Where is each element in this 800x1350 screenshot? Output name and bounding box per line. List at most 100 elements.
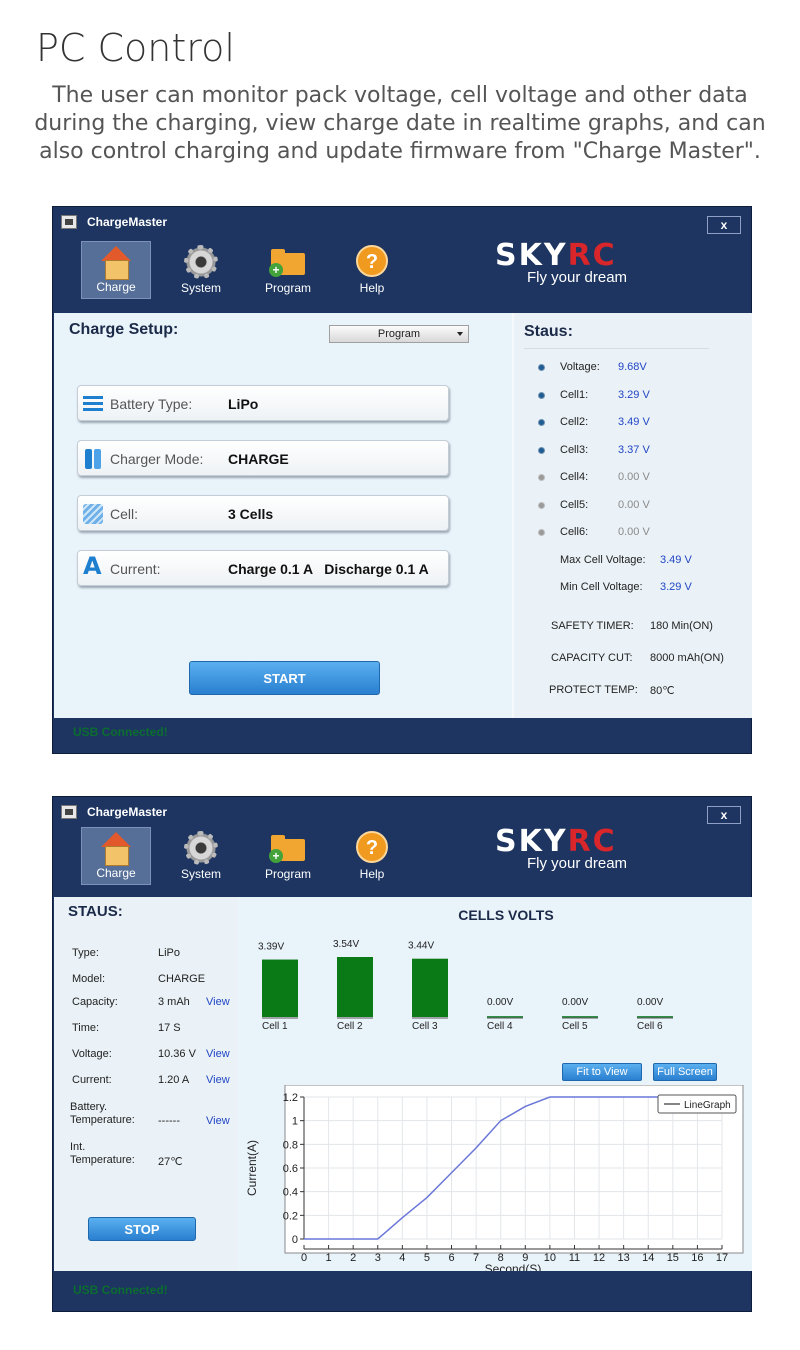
status-dot-icon — [538, 419, 545, 426]
x-tick-label: 7 — [473, 1252, 479, 1264]
min-cell-voltage: Min Cell Voltage: 3.29 V — [560, 581, 692, 593]
status-dot-icon — [538, 392, 545, 399]
x-tick-label: 12 — [593, 1252, 605, 1264]
status-dot-icon — [538, 529, 545, 536]
divider — [524, 348, 709, 349]
app-title: ChargeMaster — [87, 215, 168, 229]
cell-value-label: 3.39V — [258, 942, 284, 953]
toolbar-label: Charge — [96, 866, 136, 880]
toolbar-charge-button[interactable]: Charge — [81, 827, 151, 885]
toolbar-help-button[interactable]: ? Help — [337, 241, 407, 299]
protect-temp: PROTECT TEMP: 80℃ — [549, 684, 675, 697]
status-panel: Staus: Voltage: 9.68V Cell1: 3.29 V Cell2:… — [512, 313, 752, 718]
view-current-link[interactable]: View — [206, 1074, 230, 1086]
status-dot-icon — [538, 364, 545, 371]
skyrc-logo: SKYRC Fly your dream — [495, 824, 628, 873]
toolbar-system-button[interactable]: System — [166, 241, 236, 299]
stop-button[interactable]: STOP — [88, 1217, 196, 1241]
capacity-cut: CAPACITY CUT: 8000 mAh(ON) — [551, 652, 724, 664]
y-tick-label: 0.8 — [283, 1139, 298, 1151]
gear-icon — [184, 831, 218, 865]
status-title: Staus: — [524, 323, 573, 340]
brand-tagline: Fly your dream — [527, 855, 628, 872]
safety-timer: SAFETY TIMER: 180 Min(ON) — [551, 620, 713, 632]
list-icon — [83, 394, 103, 414]
x-tick-label: 17 — [716, 1252, 728, 1264]
setting-value: Charge 0.1 A Discharge 0.1 A — [228, 561, 429, 577]
x-tick-label: 10 — [544, 1252, 556, 1264]
toolbar-program-button[interactable]: + Program — [253, 827, 323, 885]
monitor-status-title: STAUS: — [68, 903, 123, 920]
monitor-status-panel: STAUS: Type: LiPo Model: CHARGE Capacity: 3… — [54, 897, 238, 1271]
cell-bar — [262, 959, 298, 1017]
setting-label: Current: — [110, 561, 161, 577]
full-screen-button[interactable]: Full Screen — [653, 1063, 717, 1081]
usb-status: USB Connected! — [73, 725, 168, 739]
folder-icon: + — [269, 831, 305, 865]
setting-label: Charger Mode: — [110, 451, 204, 467]
start-button[interactable]: START — [189, 661, 380, 695]
status-dot-icon — [538, 447, 545, 454]
help-icon: ? — [356, 245, 388, 277]
program-select[interactable]: Program — [329, 325, 469, 343]
toolbar-charge-button[interactable]: Charge — [81, 241, 151, 299]
cell-value-label: 0.00V — [637, 997, 663, 1008]
toolbar-label: Help — [359, 867, 385, 881]
current-row[interactable]: A Current: Charge 0.1 A Discharge 0.1 A — [77, 550, 449, 586]
cell-category-label: Cell 4 — [487, 1021, 513, 1032]
toolbar-help-button[interactable]: ? Help — [337, 827, 407, 885]
close-button[interactable]: x — [707, 216, 741, 234]
cell-value-label: 3.44V — [408, 941, 434, 952]
setting-value: LiPo — [228, 396, 259, 412]
status-dot-icon — [538, 502, 545, 509]
cell-category-label: Cell 6 — [637, 1021, 663, 1032]
view-voltage-link[interactable]: View — [206, 1048, 230, 1060]
charge-setup-title: Charge Setup: — [69, 321, 179, 338]
chargemaster-window-monitor: ChargeMaster x Charge System + Program ?… — [52, 796, 752, 1312]
close-button[interactable]: x — [707, 806, 741, 824]
current-icon: A — [83, 552, 102, 580]
setting-label: Battery Type: — [110, 396, 193, 412]
x-tick-label: 0 — [301, 1252, 307, 1264]
help-icon: ? — [356, 831, 388, 863]
chargemaster-window-setup: ChargeMaster x Charge System + Program ?… — [52, 206, 752, 754]
toolbar-program-button[interactable]: + Program — [253, 241, 323, 299]
cell-category-label: Cell 2 — [337, 1021, 363, 1032]
toolbar-label: System — [180, 281, 221, 295]
x-tick-label: 5 — [424, 1252, 430, 1264]
x-tick-label: 2 — [350, 1252, 356, 1264]
folder-icon: + — [269, 245, 305, 279]
view-capacity-link[interactable]: View — [206, 996, 230, 1008]
cell-row[interactable]: Cell: 3 Cells — [77, 495, 449, 531]
cell-value-label: 3.54V — [333, 939, 359, 950]
gear-icon — [184, 245, 218, 279]
x-axis-label: Second(S) — [485, 1262, 542, 1271]
toolbar-label: Program — [264, 281, 311, 295]
cell-category-label: Cell 3 — [412, 1021, 438, 1032]
usb-status: USB Connected! — [73, 1283, 168, 1297]
y-tick-label: 0.4 — [283, 1187, 298, 1199]
page-description: The user can monitor pack voltage, cell … — [34, 83, 766, 164]
app-title: ChargeMaster — [87, 805, 168, 819]
setting-label: Cell: — [110, 506, 139, 522]
fit-to-view-button[interactable]: Fit to View — [562, 1063, 642, 1081]
y-tick-label: 1 — [292, 1116, 298, 1128]
y-tick-label: 1.2 — [283, 1092, 298, 1104]
toolbar-label: Program — [264, 867, 311, 881]
charge-content: Charge Setup: Program Battery Type: LiPo… — [54, 313, 752, 718]
view-battery-temp-link[interactable]: View — [206, 1115, 230, 1127]
x-tick-label: 15 — [667, 1252, 679, 1264]
app-icon — [61, 805, 77, 819]
current-line-chart: 0 1 2 3 4 5 6 7 8 9 10 11 12 13 14 15 16 1700.20.40.60.81… — [245, 1085, 744, 1271]
battery-type-row[interactable]: Battery Type: LiPo — [77, 385, 449, 421]
toolbar-system-button[interactable]: System — [166, 827, 236, 885]
charger-mode-row[interactable]: Charger Mode: CHARGE — [77, 440, 449, 476]
y-tick-label: 0 — [292, 1234, 298, 1246]
x-tick-label: 14 — [642, 1252, 654, 1264]
chevron-down-icon — [457, 332, 463, 336]
legend-label: LineGraph — [684, 1100, 731, 1111]
x-tick-label: 11 — [569, 1252, 580, 1264]
house-icon — [99, 832, 133, 866]
cell-bar — [412, 958, 448, 1017]
x-tick-label: 3 — [375, 1252, 381, 1264]
